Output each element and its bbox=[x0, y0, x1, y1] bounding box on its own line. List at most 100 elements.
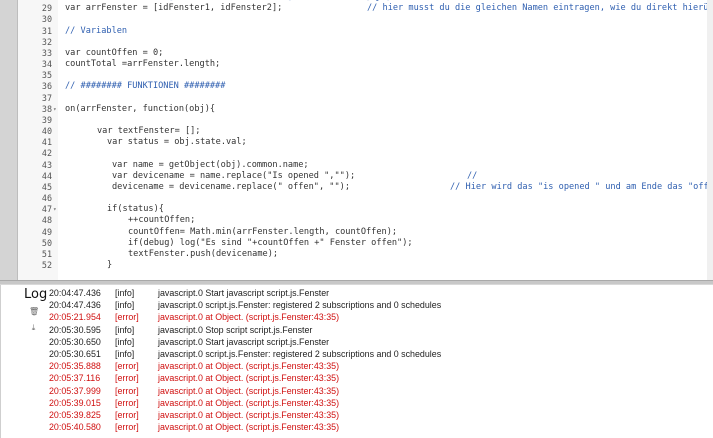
code-line[interactable]: 35 bbox=[18, 70, 713, 81]
log-row[interactable]: 20:05:21.954 [error] javascript.0 at Objec… bbox=[1, 311, 713, 323]
log-message: javascript.0 Start javascript script.js.… bbox=[158, 336, 330, 347]
code-line[interactable]: 46 bbox=[18, 193, 713, 204]
code-line[interactable]: 29 var arrFenster = [idFenster1, idFenste… bbox=[18, 3, 713, 14]
log-message: javascript.0 at Object. (script.js.Fenst… bbox=[158, 312, 340, 323]
code-line[interactable]: 38 ▾ on(arrFenster, function(obj){ bbox=[18, 104, 713, 115]
code-line[interactable]: 41 var status = obj.state.val; bbox=[18, 137, 713, 148]
code-line[interactable]: 37 bbox=[18, 93, 713, 104]
log-time: 20:05:37.116 bbox=[49, 373, 101, 384]
log-level: [info] bbox=[115, 324, 135, 335]
log-message: javascript.0 Start javascript script.js.… bbox=[158, 288, 330, 298]
log-message: javascript.0 Stop script script.js.Fenst… bbox=[158, 324, 313, 335]
log-row[interactable]: 20:05:30.650 [info] javascript.0 Start jav… bbox=[1, 336, 713, 348]
code-line[interactable]: 33 var countOffen = 0; bbox=[18, 48, 713, 59]
log-level: [info] bbox=[115, 300, 135, 311]
line-number: 38 bbox=[41, 103, 52, 114]
code-line[interactable]: 42 bbox=[18, 148, 713, 159]
log-level: [info] bbox=[115, 336, 135, 347]
log-time: 20:05:39.825 bbox=[49, 409, 101, 420]
log-message: javascript.0 at Object. (script.js.Fenst… bbox=[158, 361, 340, 372]
log-row[interactable]: 20:05:37.116 [error] javascript.0 at Objec… bbox=[1, 372, 713, 384]
line-number: 42 bbox=[41, 148, 52, 159]
code-line[interactable]: 40 var textFenster= []; bbox=[18, 126, 713, 137]
code-text: if(debug) log("Es sind "+countOffen +" F… bbox=[128, 237, 413, 248]
code-line[interactable]: 36 // ######## FUNKTIONEN ######## bbox=[18, 81, 713, 92]
code-line[interactable]: 43 var name = getObject(obj).common.name; bbox=[18, 160, 713, 171]
log-row[interactable]: 20:05:40.580 [error] javascript.0 at Objec… bbox=[1, 421, 713, 433]
line-number: 35 bbox=[41, 70, 52, 81]
line-number: 47 bbox=[41, 204, 52, 215]
log-time: 20:05:21.954 bbox=[49, 312, 101, 323]
log-row[interactable]: 20:05:35.888 [error] javascript.0 at Objec… bbox=[1, 360, 713, 372]
log-time: 20:04:47.436 bbox=[49, 300, 101, 311]
code-line[interactable]: 30 bbox=[18, 14, 713, 25]
code-lines[interactable]: // Datenbank [nach die so Namen sein] vo… bbox=[18, 0, 713, 271]
log-row[interactable]: 20:05:39.015 [error] javascript.0 at Objec… bbox=[1, 397, 713, 409]
line-number: 31 bbox=[41, 25, 52, 36]
log-level: [info] bbox=[115, 288, 135, 298]
line-number: 51 bbox=[41, 248, 52, 259]
log-row[interactable]: 20:05:30.595 [info] javascript.0 Stop scri… bbox=[1, 324, 713, 336]
inline-comment: // hier musst du die gleichen Namen eint… bbox=[367, 3, 709, 14]
line-number: 41 bbox=[41, 137, 52, 148]
log-panel: 20:04:47.436 [info] javascript.0 Start jav… bbox=[0, 285, 713, 438]
log-level: [error] bbox=[115, 385, 139, 396]
code-text: countOffen= Math.min(arrFenster.length, … bbox=[128, 226, 398, 237]
code-line[interactable]: 47 ▾ if(status){ bbox=[18, 204, 713, 215]
code-editor[interactable]: // Datenbank [nach die so Namen sein] vo… bbox=[0, 0, 713, 280]
log-level: [error] bbox=[115, 397, 139, 408]
log-row[interactable]: 20:05:37.999 [error] javascript.0 at Objec… bbox=[1, 385, 713, 397]
fold-arrow-icon[interactable]: ▾ bbox=[53, 104, 59, 115]
log-message: javascript.0 script.js.Fenster: register… bbox=[158, 348, 442, 359]
line-number: 40 bbox=[41, 126, 52, 137]
code-line[interactable]: 32 bbox=[18, 37, 713, 48]
editor-scrollbar[interactable] bbox=[707, 0, 713, 280]
code-text: var devicename = name.replace("Is opened… bbox=[112, 170, 356, 181]
line-number: 45 bbox=[41, 181, 52, 192]
code-line[interactable]: 31 // Variablen bbox=[18, 26, 713, 37]
code-line[interactable]: 45 devicename = devicename.replace(" offe… bbox=[18, 182, 713, 193]
code-comment: // ######## FUNKTIONEN ######## bbox=[65, 81, 226, 92]
line-number: 44 bbox=[41, 170, 52, 181]
log-list[interactable]: 20:04:47.436 [info] javascript.0 Start jav… bbox=[1, 287, 713, 433]
log-time: 20:04:47.436 bbox=[49, 288, 101, 298]
code-text: textFenster.push(devicename); bbox=[128, 248, 279, 259]
code-comment: // Variablen bbox=[65, 25, 128, 36]
code-line[interactable]: 51 textFenster.push(devicename); bbox=[18, 249, 713, 260]
log-level: [error] bbox=[115, 422, 139, 433]
code-line[interactable]: 39 bbox=[18, 115, 713, 126]
code-line[interactable]: 49 countOffen= Math.min(arrFenster.length… bbox=[18, 227, 713, 238]
line-number: 36 bbox=[41, 81, 52, 92]
code-text: var status = obj.state.val; bbox=[107, 137, 247, 148]
code-line[interactable]: 44 var devicename = name.replace("Is open… bbox=[18, 171, 713, 182]
log-level: [error] bbox=[115, 312, 139, 323]
line-number: 34 bbox=[41, 59, 52, 70]
fold-arrow-icon[interactable]: ▾ bbox=[53, 204, 59, 215]
code-text: on(arrFenster, function(obj){ bbox=[65, 103, 216, 114]
log-time: 20:05:40.580 bbox=[49, 422, 101, 433]
code-text: ++countOffen; bbox=[128, 215, 196, 226]
code-line[interactable]: 48 ++countOffen; bbox=[18, 215, 713, 226]
inline-comment: // Hier wird das "is opened " und am End… bbox=[450, 181, 709, 192]
line-number: 33 bbox=[41, 47, 52, 58]
line-number: 39 bbox=[41, 114, 52, 125]
code-text: } bbox=[107, 260, 113, 271]
code-line[interactable]: 50 if(debug) log("Es sind "+countOffen +"… bbox=[18, 238, 713, 249]
line-number: 50 bbox=[41, 237, 52, 248]
log-row[interactable]: 20:05:39.825 [error] javascript.0 at Objec… bbox=[1, 409, 713, 421]
log-row[interactable]: 20:05:30.651 [info] javascript.0 script.js… bbox=[1, 348, 713, 360]
editor-side-strip bbox=[0, 0, 18, 280]
trash-icon[interactable]: 🗑 bbox=[29, 307, 39, 316]
log-row[interactable]: 20:04:47.436 [info] javascript.0 script.js… bbox=[1, 299, 713, 311]
code-text: var countOffen = 0; bbox=[65, 47, 164, 58]
code-text: if(status){ bbox=[107, 204, 164, 215]
code-text: devicename = devicename.replace(" offen"… bbox=[112, 181, 350, 192]
code-line[interactable]: 52} bbox=[18, 260, 713, 271]
code-line[interactable]: 34 countTotal =arrFenster.length; bbox=[18, 59, 713, 70]
line-number: 37 bbox=[41, 92, 52, 103]
line-number: 46 bbox=[41, 193, 52, 204]
download-icon[interactable]: ⤓ bbox=[29, 323, 38, 332]
log-row[interactable]: 20:04:47.436 [info] javascript.0 Start jav… bbox=[1, 287, 713, 299]
code-text: var arrFenster = [idFenster1, idFenster2… bbox=[65, 3, 283, 14]
log-time: 20:05:30.651 bbox=[49, 348, 101, 359]
